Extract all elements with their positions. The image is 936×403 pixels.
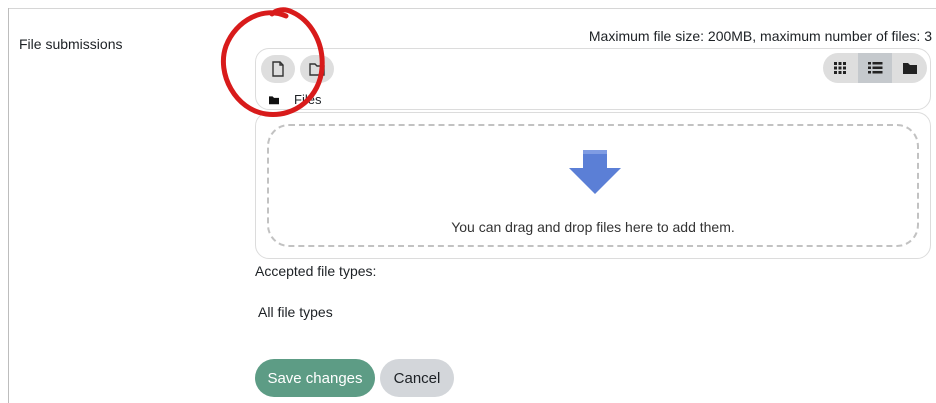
grid-view-button[interactable] (823, 53, 858, 83)
folder-icon (309, 63, 325, 76)
dropzone-text: You can drag and drop files here to add … (451, 219, 735, 235)
cancel-button[interactable]: Cancel (380, 359, 454, 397)
grid-view-icon (834, 62, 847, 74)
save-changes-button[interactable]: Save changes (255, 359, 375, 397)
file-icon (272, 61, 284, 77)
folder-icon (269, 95, 279, 104)
accepted-file-types-label: Accepted file types: (255, 263, 377, 279)
view-switcher (823, 53, 927, 83)
frame-left-border (8, 8, 9, 403)
dropzone[interactable]: You can drag and drop files here to add … (267, 124, 919, 247)
breadcrumb-files[interactable]: Files (294, 92, 321, 107)
dropzone-container: You can drag and drop files here to add … (255, 112, 931, 259)
list-view-button[interactable] (857, 53, 893, 83)
file-picker-toolbar: Files (255, 48, 931, 110)
tree-view-icon (902, 63, 917, 74)
tree-view-button[interactable] (892, 53, 927, 83)
list-view-icon (868, 62, 883, 74)
accepted-file-types-value: All file types (258, 304, 333, 320)
frame-top-border (8, 8, 936, 9)
add-file-button[interactable] (261, 55, 295, 83)
field-label: File submissions (19, 36, 123, 52)
max-file-info: Maximum file size: 200MB, maximum number… (588, 28, 932, 44)
breadcrumb: Files (268, 92, 321, 107)
create-folder-button[interactable] (300, 55, 334, 83)
arrow-down-icon (569, 150, 621, 194)
